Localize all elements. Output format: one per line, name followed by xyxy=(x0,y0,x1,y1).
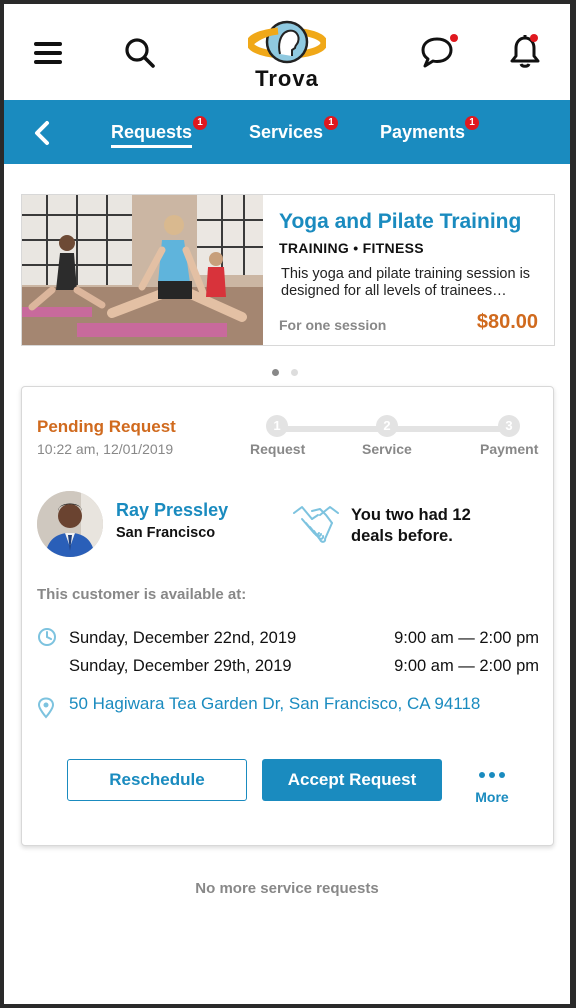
request-timestamp: 10:22 am, 12/01/2019 xyxy=(37,441,174,457)
handshake-icon xyxy=(293,506,339,543)
brand-logo[interactable]: Trova xyxy=(246,18,328,91)
reschedule-button[interactable]: Reschedule xyxy=(67,759,247,801)
slot-2-date: Sunday, December 29th, 2019 xyxy=(69,657,292,675)
tab-requests-label: Requests xyxy=(111,122,193,142)
customer-avatar[interactable] xyxy=(37,491,103,557)
clock-icon xyxy=(38,628,56,646)
step-3-label: Payment xyxy=(480,441,539,457)
availability-label: This customer is available at: xyxy=(37,586,247,603)
service-request-card: Pending Request 10:22 am, 12/01/2019 1 2… xyxy=(21,386,554,846)
slot-1-date: Sunday, December 22nd, 2019 xyxy=(69,629,297,647)
slot-1-time: 9:00 am — 2:00 pm xyxy=(394,629,539,647)
step-1-circle: 1 xyxy=(266,415,288,437)
promo-session-note: For one session xyxy=(279,317,387,333)
service-promo-card[interactable]: Yoga and Pilate Training TRAINING • FITN… xyxy=(21,194,555,346)
brand-name: Trova xyxy=(255,66,319,91)
location-pin-icon xyxy=(37,697,55,719)
deal-history-text: You two had 12 deals before. xyxy=(351,506,471,545)
tab-payments[interactable]: Payments 1 xyxy=(380,116,479,143)
tab-services-label: Services xyxy=(249,122,324,142)
tab-services[interactable]: Services 1 xyxy=(249,116,338,143)
app-screen: Trova Requests 1 Services 1 Payments 1 Y… xyxy=(4,4,570,1004)
chat-notification-dot xyxy=(450,34,458,42)
search-icon[interactable] xyxy=(124,37,156,69)
customer-city: San Francisco xyxy=(116,525,216,541)
more-options-button[interactable]: More xyxy=(470,765,514,805)
promo-description: This yoga and pilate training session is… xyxy=(281,266,531,299)
step-2-label: Service xyxy=(362,441,412,457)
carousel-indicator xyxy=(272,363,312,376)
carousel-dot-active[interactable] xyxy=(272,369,279,376)
back-arrow-icon[interactable] xyxy=(34,120,50,146)
slot-2-time: 9:00 am — 2:00 pm xyxy=(394,657,539,675)
more-label: More xyxy=(475,789,509,805)
more-dots-icon xyxy=(470,765,514,783)
accept-request-button[interactable]: Accept Request xyxy=(262,759,442,801)
request-status: Pending Request xyxy=(37,417,176,436)
step-3-circle: 3 xyxy=(498,415,520,437)
tab-payments-badge: 1 xyxy=(465,116,479,130)
end-of-list-message: No more service requests xyxy=(195,880,379,897)
progress-stepper: 1 2 3 Request Service Payment xyxy=(250,415,550,475)
tab-services-badge: 1 xyxy=(324,116,338,130)
promo-category: TRAINING • FITNESS xyxy=(279,240,424,256)
menu-icon[interactable] xyxy=(34,42,62,64)
logo-icon xyxy=(246,20,328,64)
tab-bar: Requests 1 Services 1 Payments 1 xyxy=(4,100,570,164)
tab-requests[interactable]: Requests 1 xyxy=(111,116,207,148)
carousel-dot[interactable] xyxy=(291,369,298,376)
promo-price: $80.00 xyxy=(476,311,538,333)
promo-title[interactable]: Yoga and Pilate Training xyxy=(279,210,521,234)
chat-icon[interactable] xyxy=(420,36,454,68)
service-address-link[interactable]: 50 Hagiwara Tea Garden Dr, San Francisco… xyxy=(69,694,480,714)
tab-requests-badge: 1 xyxy=(193,116,207,130)
yoga-class-photo xyxy=(22,195,263,345)
bell-notification-dot xyxy=(530,34,538,42)
step-2-circle: 2 xyxy=(376,415,398,437)
promo-details: Yoga and Pilate Training TRAINING • FITN… xyxy=(279,195,542,345)
customer-name[interactable]: Ray Pressley xyxy=(116,500,228,521)
step-1-label: Request xyxy=(250,441,306,457)
tab-payments-label: Payments xyxy=(380,122,466,142)
app-header: Trova xyxy=(4,4,570,100)
